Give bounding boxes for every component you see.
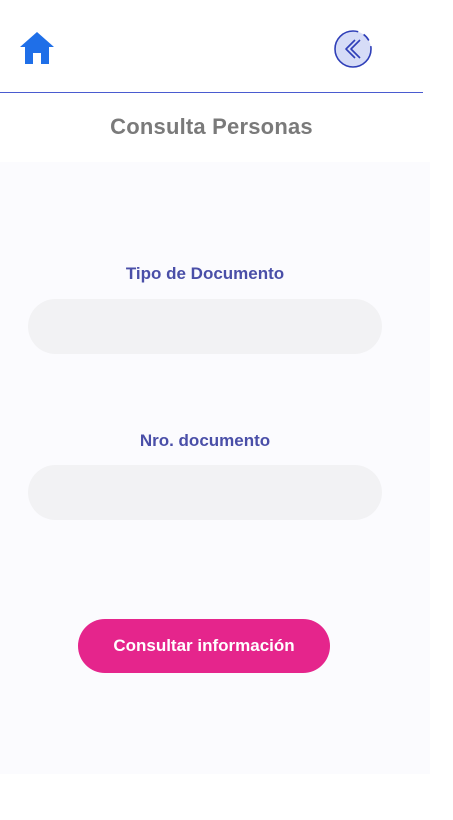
back-chevron-circle-icon <box>334 30 372 68</box>
back-button[interactable] <box>333 29 373 69</box>
doc-type-label: Tipo de Documento <box>125 264 285 283</box>
page-title: Consulta Personas <box>110 114 313 139</box>
title-bar: Consulta Personas <box>0 94 423 160</box>
top-bar <box>0 0 423 93</box>
home-icon[interactable] <box>18 30 56 66</box>
page: Consulta Personas Tipo de Documento Nro.… <box>0 0 453 820</box>
doc-type-input[interactable] <box>28 299 382 354</box>
doc-number-input[interactable] <box>28 465 382 520</box>
query-form: Tipo de Documento Nro. documento Consult… <box>0 162 430 774</box>
doc-number-label: Nro. documento <box>139 431 271 450</box>
consult-button[interactable]: Consultar información <box>78 619 330 673</box>
